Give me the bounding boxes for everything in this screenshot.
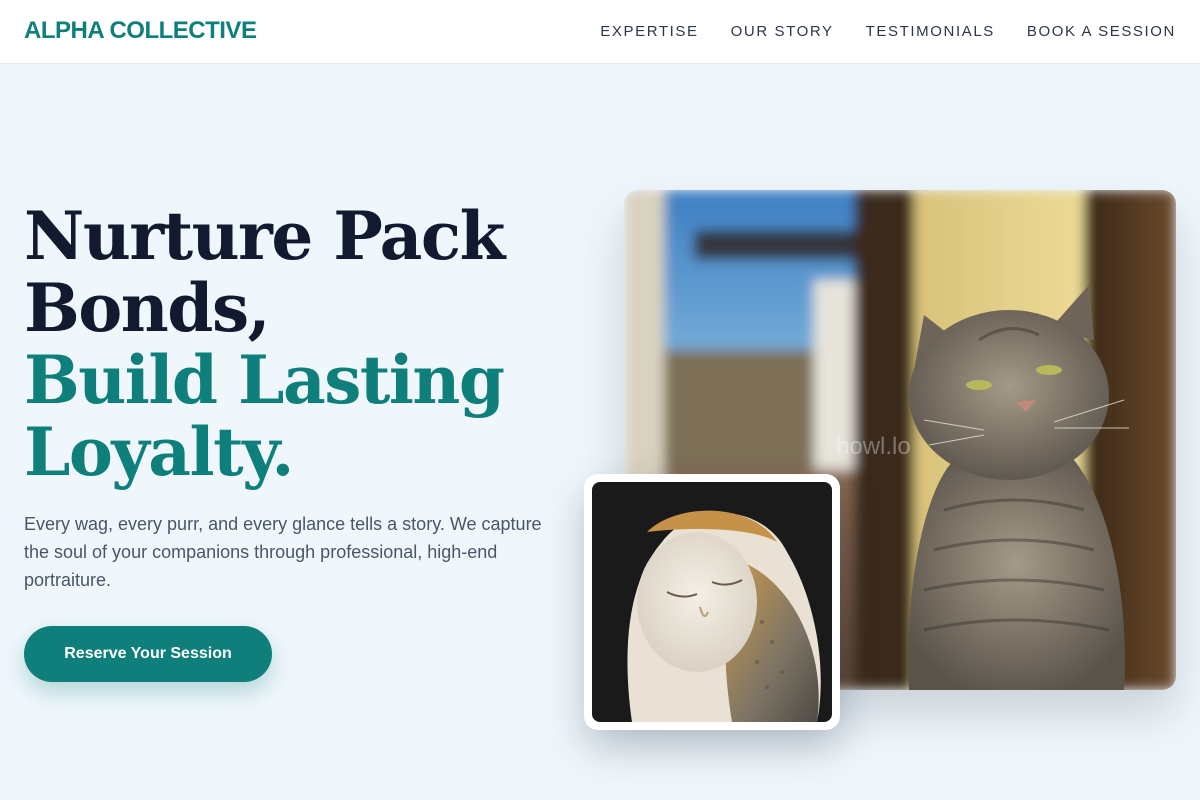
nav-link-book-a-session[interactable]: BOOK A SESSION — [1027, 23, 1176, 40]
owl-portrait-card — [584, 474, 840, 730]
nav-link-expertise[interactable]: EXPERTISE — [600, 23, 698, 40]
nav-link-our-story[interactable]: OUR STORY — [731, 23, 834, 40]
owl-portrait-image — [592, 482, 832, 722]
hero-description: Every wag, every purr, and every glance … — [24, 514, 542, 590]
top-nav: ALPHA COLLECTIVE EXPERTISE OUR STORY TES… — [0, 0, 1200, 64]
headline-accent-line-1: Build Lasting — [24, 341, 505, 419]
headline-line-1: Nurture Pack — [24, 197, 505, 275]
nav-links: EXPERTISE OUR STORY TESTIMONIALS BOOK A … — [600, 23, 1176, 40]
headline-line-2: Bonds, — [24, 269, 271, 347]
hero-headline: Nurture Pack Bonds, Build Lasting Loyalt… — [24, 197, 505, 491]
headline-accent-line-2: Loyalty. — [24, 413, 294, 491]
brand-logo[interactable]: ALPHA COLLECTIVE — [24, 17, 257, 45]
watermark-text: howl.lo — [836, 433, 911, 460]
reserve-session-button[interactable]: Reserve Your Session — [24, 626, 272, 682]
nav-link-testimonials[interactable]: TESTIMONIALS — [866, 23, 995, 40]
